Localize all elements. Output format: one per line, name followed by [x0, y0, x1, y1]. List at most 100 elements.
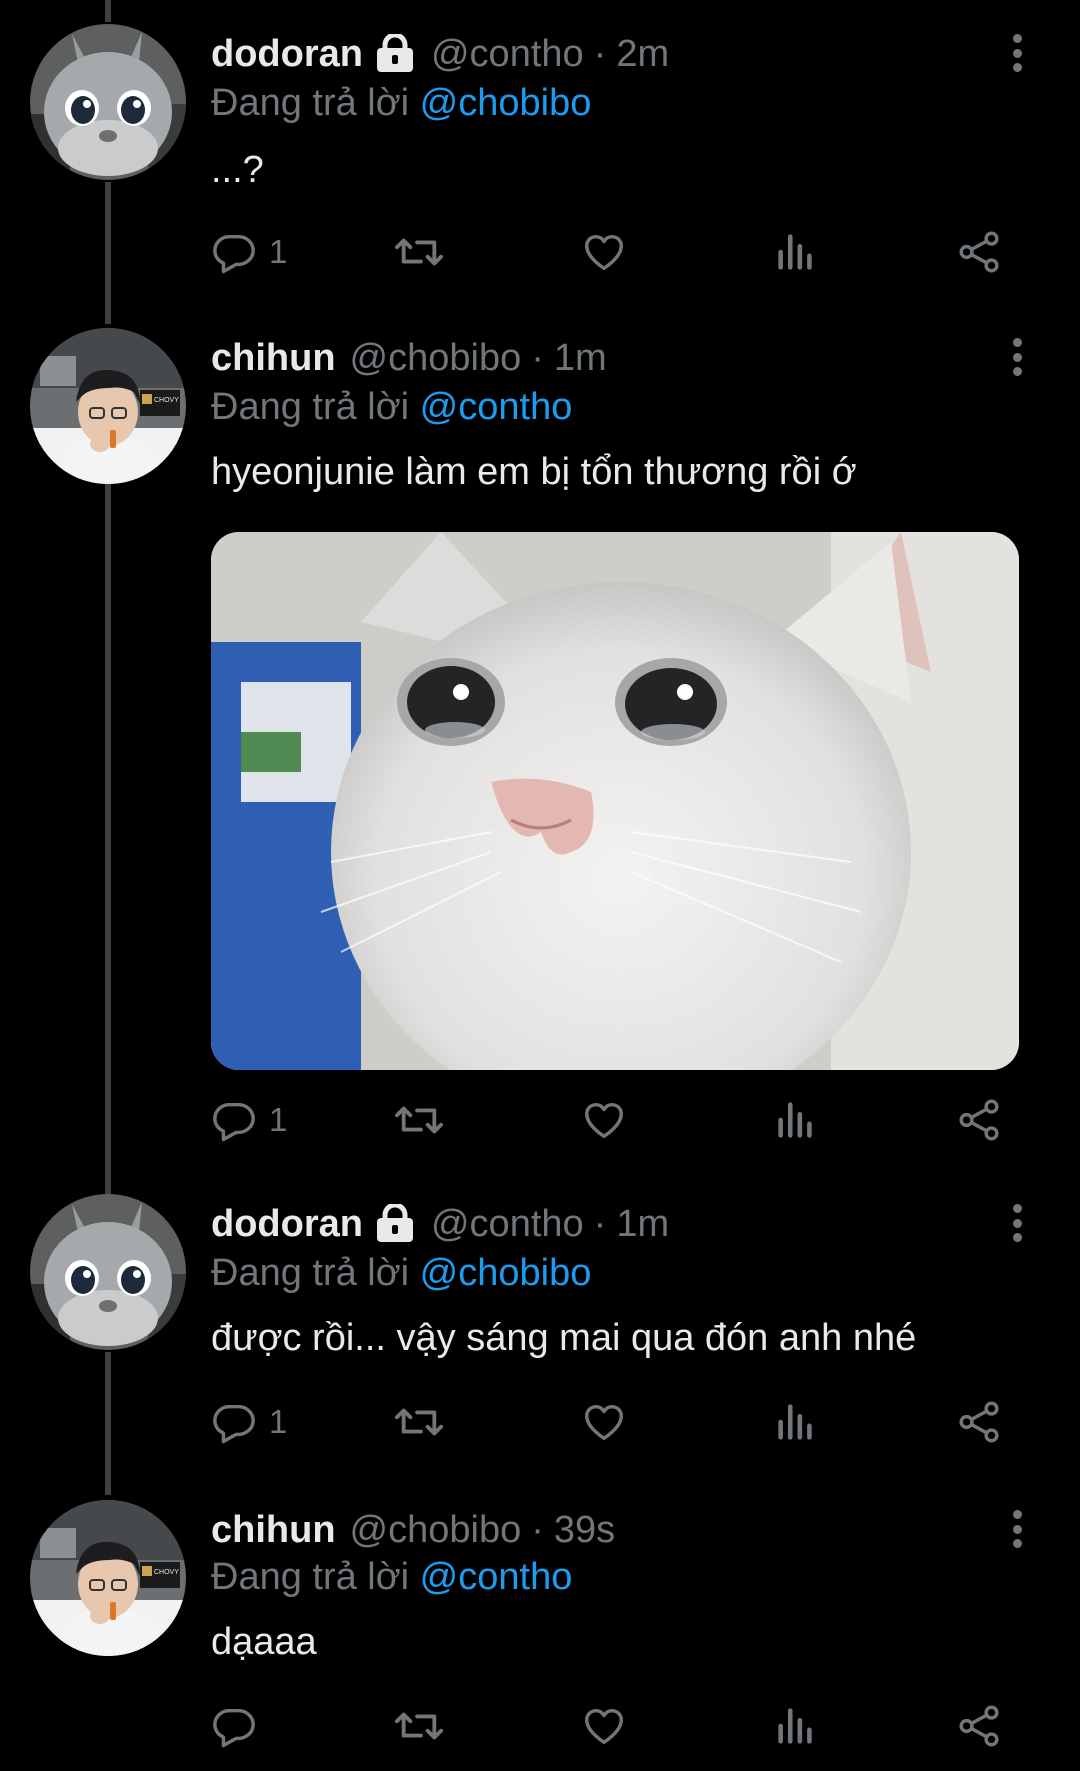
reply-icon	[213, 1404, 255, 1444]
display-name[interactable]: dodoran	[211, 1203, 363, 1246]
views-icon	[778, 1708, 812, 1744]
replying-to: Đang trả lời @contho	[211, 1552, 572, 1602]
reply-mention[interactable]: @contho	[420, 386, 573, 428]
views-button[interactable]	[773, 1698, 819, 1754]
timestamp[interactable]: 1m	[616, 1203, 669, 1246]
more-icon[interactable]	[1000, 1504, 1034, 1554]
reply-icon	[213, 234, 255, 274]
tweet-text: ...?	[211, 149, 264, 191]
svg-text:CHOVY: CHOVY	[154, 1569, 179, 1576]
avatar[interactable]: CHOVY	[30, 1500, 186, 1656]
handle[interactable]: @chobibo	[350, 337, 522, 380]
views-icon	[778, 1102, 812, 1138]
views-button[interactable]	[773, 224, 819, 280]
replying-to-label: Đang trả lời	[211, 386, 410, 428]
tweet[interactable]: CHOVY chihun @chobibo · 1m Đang trả lời …	[0, 320, 1080, 1180]
separator-dot: ·	[593, 1202, 607, 1245]
lock-icon	[373, 32, 417, 74]
tweet-header: chihun @chobibo · 39s	[211, 1502, 615, 1558]
reply-count: 1	[269, 1403, 288, 1440]
replying-to: Đang trả lời @contho	[211, 382, 572, 432]
heart-icon	[585, 1708, 623, 1745]
share-button[interactable]	[957, 1092, 1003, 1148]
separator-dot: ·	[593, 32, 607, 75]
reply-icon	[213, 1708, 255, 1748]
retweet-button[interactable]	[394, 1698, 444, 1754]
reply-count: 1	[269, 233, 288, 270]
crying-cat-image[interactable]	[211, 532, 1019, 1070]
timestamp[interactable]: 39s	[554, 1509, 615, 1552]
views-button[interactable]	[773, 1394, 819, 1450]
share-icon	[959, 1099, 999, 1141]
avatar[interactable]	[30, 1194, 186, 1350]
tweet-text: dạaaa	[211, 1621, 317, 1663]
heart-icon	[585, 1102, 623, 1139]
timestamp[interactable]: 2m	[616, 33, 669, 76]
heart-icon	[585, 234, 623, 271]
tweet[interactable]: CHOVY chihun @chobibo · 39s Đang trả lời…	[0, 1500, 1080, 1771]
heart-icon	[585, 1404, 623, 1441]
reply-count: 1	[269, 1101, 288, 1138]
display-name[interactable]: dodoran	[211, 33, 363, 76]
reply-button[interactable]: 1	[211, 1092, 287, 1148]
retweet-icon	[395, 1408, 443, 1436]
share-icon	[959, 231, 999, 273]
like-button[interactable]	[581, 1698, 627, 1754]
retweet-icon	[395, 1712, 443, 1740]
like-button[interactable]	[581, 1092, 627, 1148]
display-name[interactable]: chihun	[211, 1509, 336, 1552]
tweet-header: dodoran @contho · 2m	[211, 26, 669, 82]
like-button[interactable]	[581, 1394, 627, 1450]
tweet[interactable]: dodoran @contho · 1m Đang trả lời @chobi…	[0, 1180, 1080, 1500]
more-icon[interactable]	[1000, 1198, 1034, 1248]
handle[interactable]: @chobibo	[350, 1509, 522, 1552]
replying-to: Đang trả lời @chobibo	[211, 1248, 591, 1298]
replying-to-label: Đang trả lời	[211, 1252, 410, 1294]
handle[interactable]: @contho	[431, 33, 584, 76]
reply-icon	[213, 1102, 255, 1142]
reply-mention[interactable]: @chobibo	[420, 82, 592, 124]
separator-dot: ·	[531, 1508, 544, 1551]
share-icon	[959, 1401, 999, 1443]
views-button[interactable]	[773, 1092, 819, 1148]
replying-to-label: Đang trả lời	[211, 1556, 410, 1598]
action-bar	[211, 1698, 1011, 1754]
action-bar: 1	[211, 224, 1011, 280]
share-button[interactable]	[957, 224, 1003, 280]
retweet-button[interactable]	[394, 1092, 444, 1148]
retweet-icon	[395, 1106, 443, 1134]
svg-text:CHOVY: CHOVY	[154, 397, 179, 404]
views-icon	[778, 234, 812, 270]
reply-mention[interactable]: @chobibo	[420, 1252, 592, 1294]
reply-mention[interactable]: @contho	[420, 1556, 573, 1598]
like-button[interactable]	[581, 224, 627, 280]
action-bar: 1	[211, 1394, 1011, 1450]
tweet-header: chihun @chobibo · 1m	[211, 330, 607, 386]
tweet[interactable]: dodoran @contho · 2m Đang trả lời @chobi…	[0, 0, 1080, 320]
reply-button[interactable]: 1	[211, 224, 287, 280]
share-icon	[959, 1705, 999, 1747]
avatar[interactable]: CHOVY	[30, 328, 186, 484]
reply-button[interactable]: 1	[211, 1394, 287, 1450]
separator-dot: ·	[531, 336, 544, 379]
more-icon[interactable]	[1000, 332, 1034, 382]
share-button[interactable]	[957, 1698, 1003, 1754]
retweet-button[interactable]	[394, 224, 444, 280]
timestamp[interactable]: 1m	[554, 337, 607, 380]
retweet-button[interactable]	[394, 1394, 444, 1450]
lock-icon	[373, 1202, 417, 1244]
replying-to: Đang trả lời @chobibo	[211, 78, 591, 128]
replying-to-label: Đang trả lời	[211, 82, 410, 124]
reply-button[interactable]	[211, 1698, 269, 1754]
retweet-icon	[395, 238, 443, 266]
avatar[interactable]	[30, 24, 186, 180]
tweet-header: dodoran @contho · 1m	[211, 1196, 669, 1252]
views-icon	[778, 1404, 812, 1440]
action-bar: 1	[211, 1092, 1011, 1148]
display-name[interactable]: chihun	[211, 337, 336, 380]
share-button[interactable]	[957, 1394, 1003, 1450]
more-icon[interactable]	[1000, 28, 1034, 78]
handle[interactable]: @contho	[431, 1203, 584, 1246]
tweet-text: hyeonjunie làm em bị tổn thương rồi ớ	[211, 451, 857, 493]
tweet-text: được rồi... vậy sáng mai qua đón anh nhé	[211, 1317, 917, 1359]
